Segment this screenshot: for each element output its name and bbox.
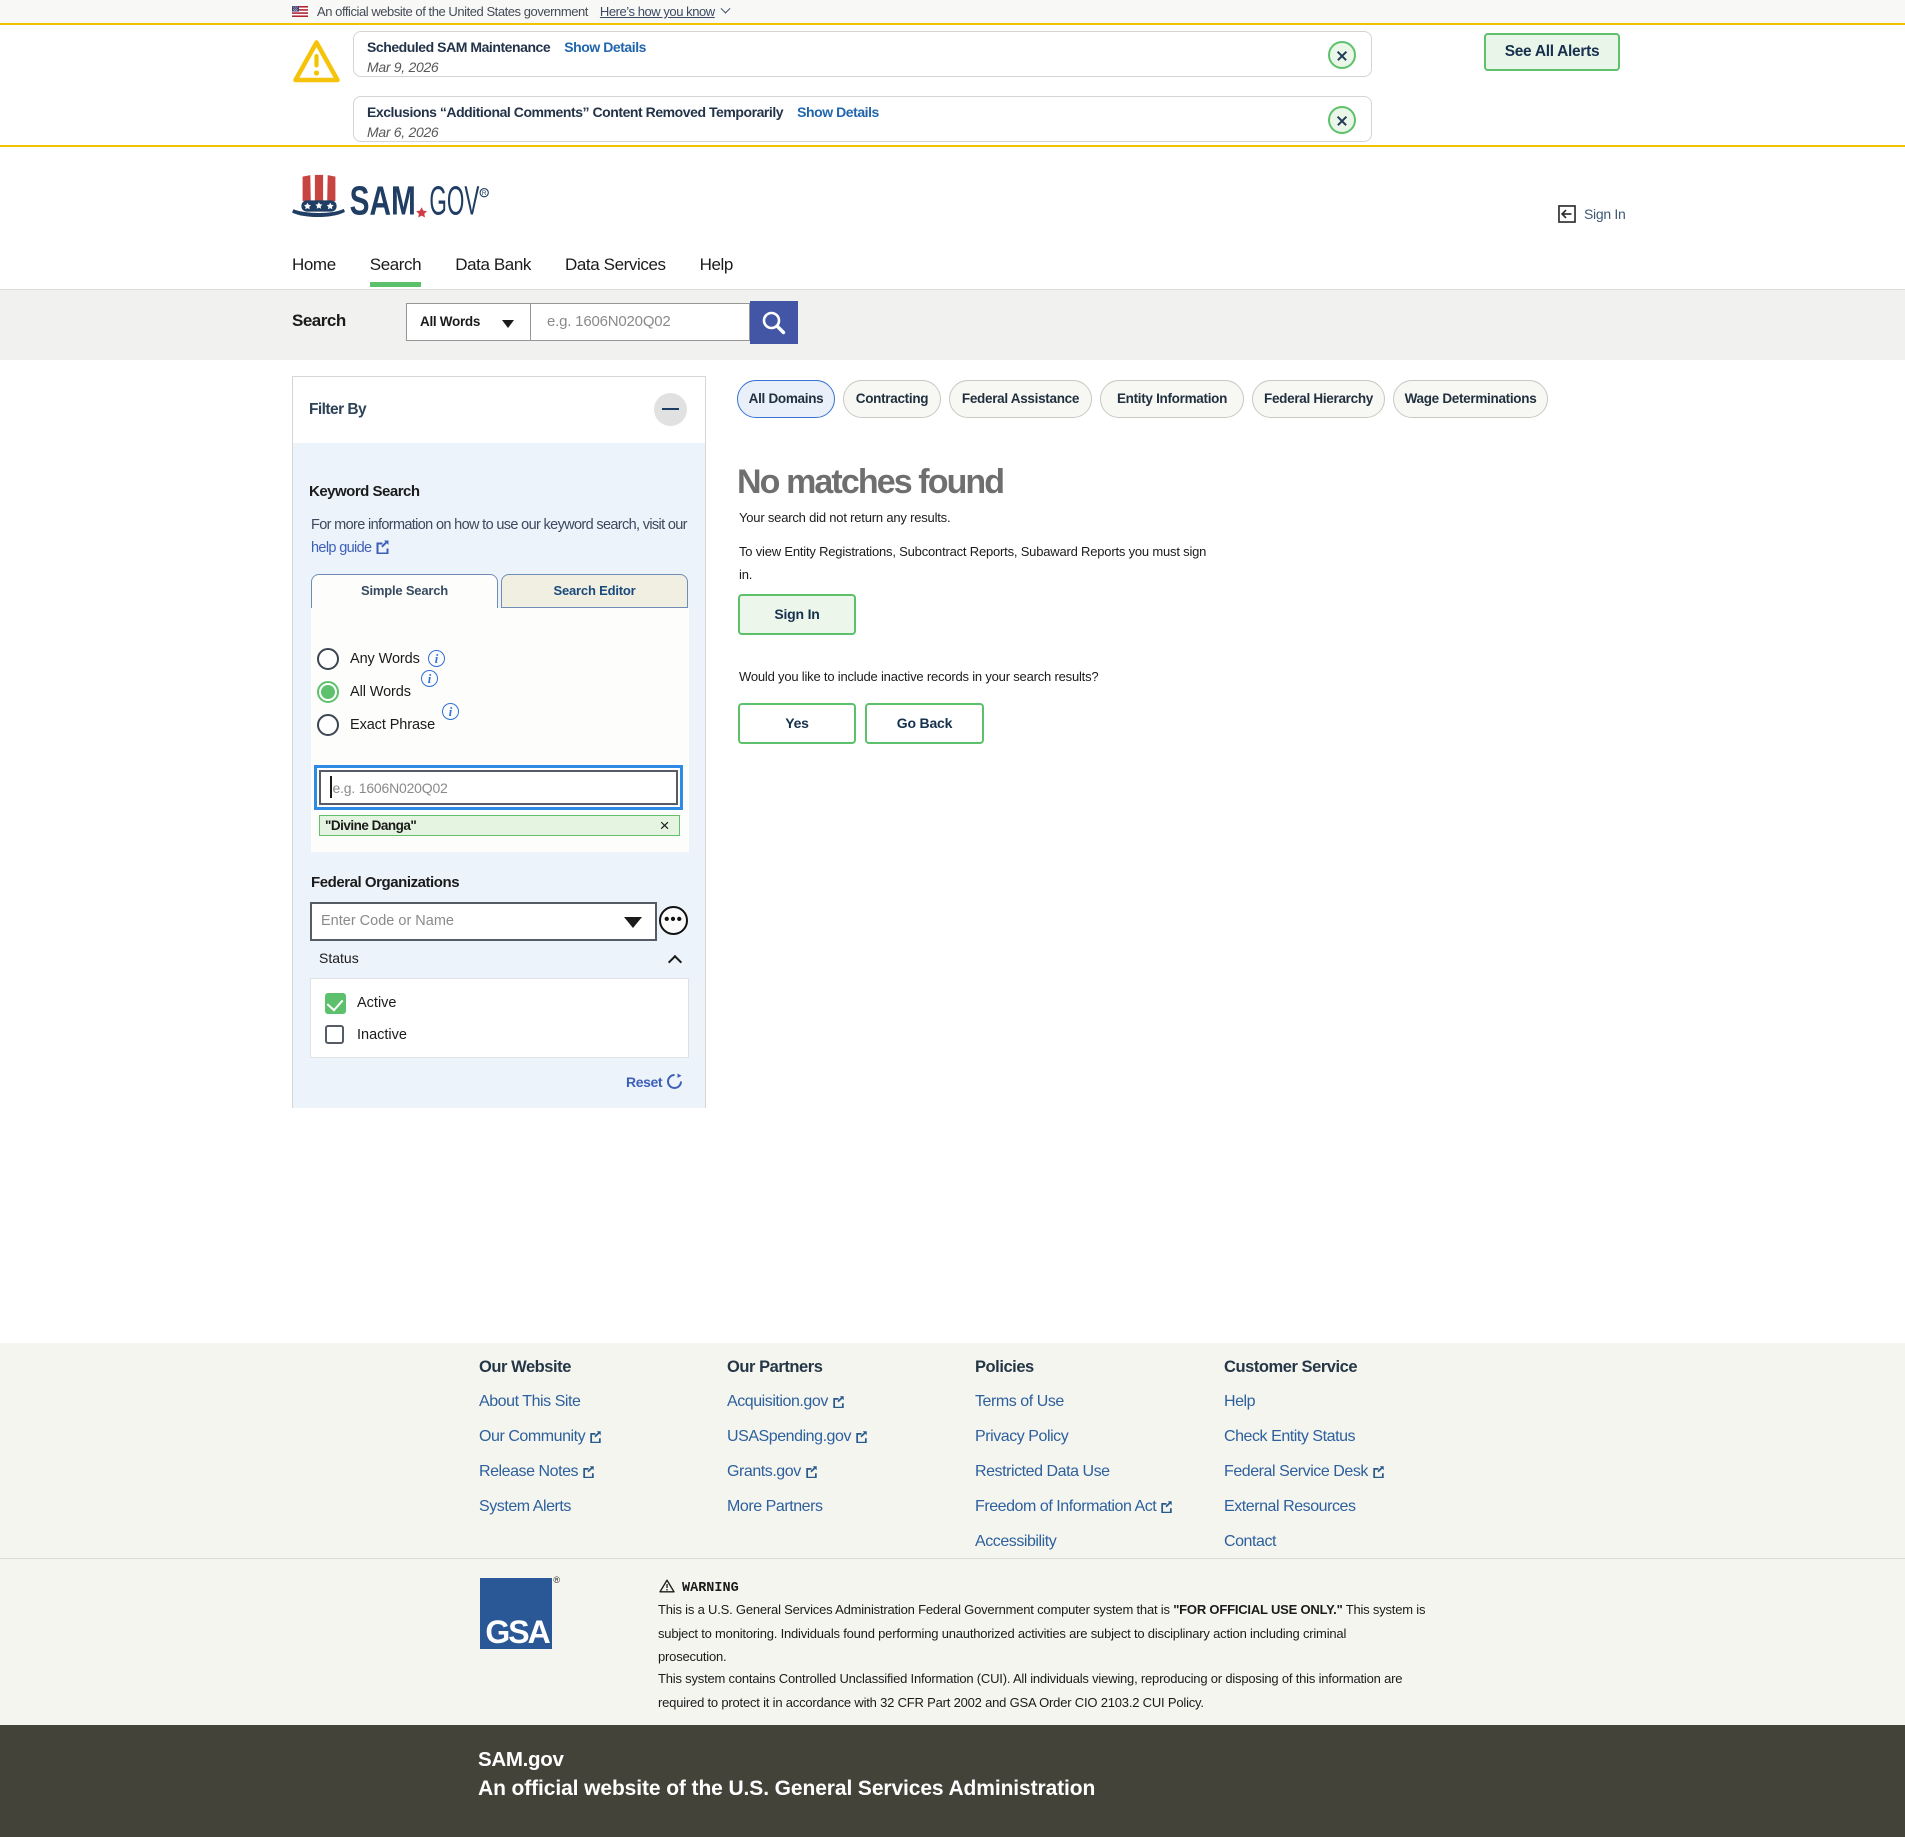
svg-text:SAM: SAM (350, 178, 416, 224)
svg-text:GOV: GOV (429, 178, 479, 224)
svg-text:R: R (482, 190, 487, 197)
